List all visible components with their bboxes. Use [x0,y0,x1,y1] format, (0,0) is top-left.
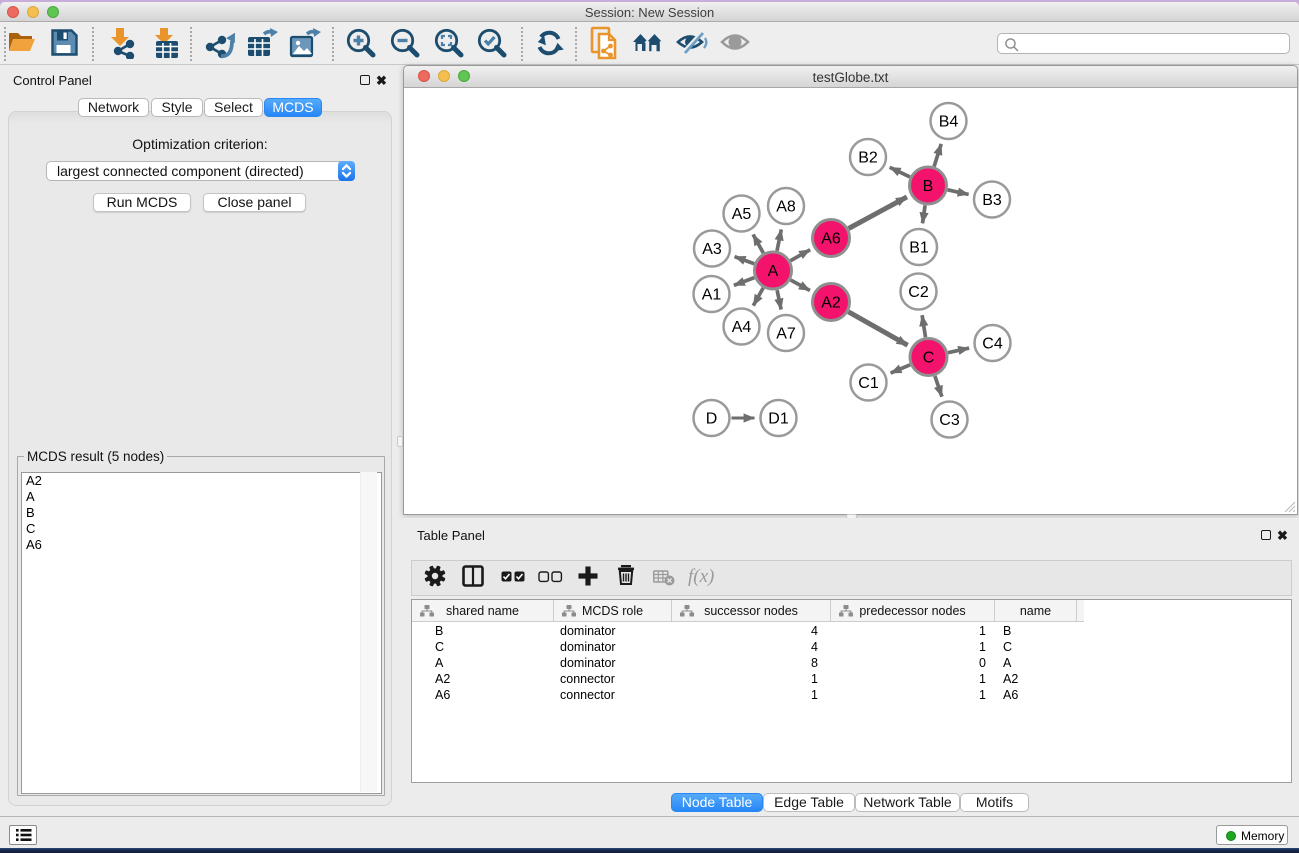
svg-text:A5: A5 [732,206,752,223]
svg-text:B4: B4 [939,114,959,131]
svg-text:C3: C3 [939,412,960,429]
svg-text:B3: B3 [982,192,1002,209]
svg-text:C4: C4 [982,336,1003,353]
svg-text:A3: A3 [702,241,722,258]
svg-text:A4: A4 [732,319,752,336]
svg-text:B: B [923,178,934,195]
svg-text:A7: A7 [776,326,796,343]
svg-text:C2: C2 [908,284,929,301]
svg-text:B2: B2 [858,150,878,167]
svg-text:D1: D1 [768,411,789,428]
svg-text:A6: A6 [821,231,841,248]
svg-text:A: A [768,263,779,280]
svg-text:D: D [706,411,718,428]
svg-text:C: C [923,350,935,367]
svg-text:A8: A8 [776,199,796,216]
svg-text:A2: A2 [821,295,841,312]
svg-text:B1: B1 [909,240,929,257]
svg-text:A1: A1 [702,287,722,304]
svg-text:C1: C1 [858,375,879,392]
